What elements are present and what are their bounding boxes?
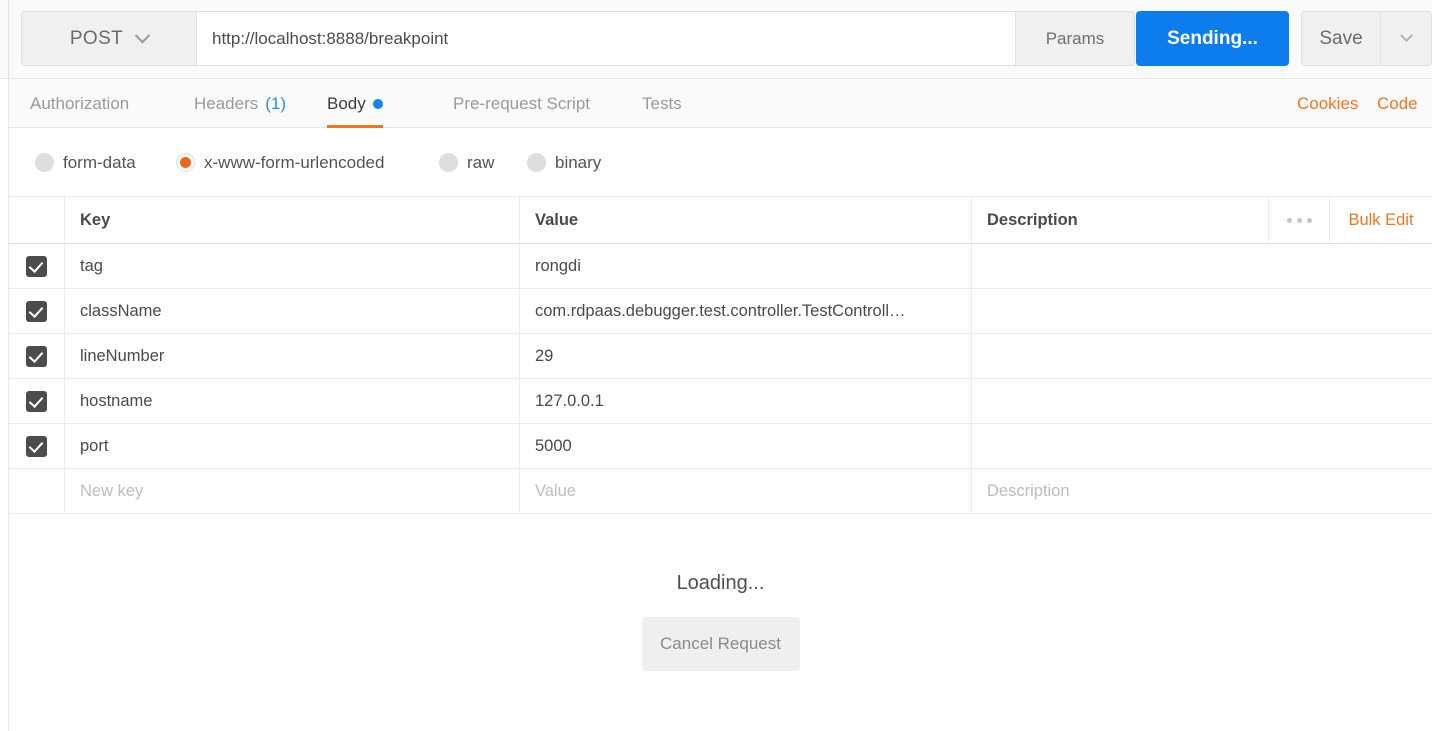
row-value-input[interactable]: rongdi — [520, 244, 972, 288]
body-type-form-data[interactable]: form-data — [35, 128, 136, 197]
radio-icon — [35, 153, 54, 172]
table-row: className com.rdpaas.debugger.test.contr… — [9, 289, 1432, 334]
row-key-input[interactable]: lineNumber — [65, 334, 520, 378]
body-type-raw[interactable]: raw — [439, 128, 494, 197]
tab-headers[interactable]: Headers (1) — [194, 79, 286, 128]
table-row: hostname 127.0.0.1 — [9, 379, 1432, 424]
code-link-label: Code — [1377, 93, 1418, 113]
table-header-row: Key Value Description Bulk Edit — [9, 197, 1432, 244]
ellipsis-dot — [1296, 217, 1302, 223]
http-method-selector[interactable]: POST — [21, 11, 196, 66]
row-description-input[interactable] — [972, 424, 1432, 468]
tab-label: Authorization — [30, 93, 130, 113]
new-row-checkbox-cell — [9, 469, 65, 513]
cookies-link-label: Cookies — [1297, 93, 1359, 113]
radio-icon — [439, 153, 458, 172]
bulk-edit-button[interactable]: Bulk Edit — [1330, 197, 1432, 243]
row-checkbox-cell — [9, 424, 65, 468]
http-method-label: POST — [69, 27, 124, 49]
send-button[interactable]: Sending... — [1136, 11, 1289, 66]
header-cell-value: Value — [520, 197, 972, 243]
chevron-down-icon — [134, 27, 151, 44]
postman-request-builder: POST http://localhost:8888/breakpoint Pa… — [0, 0, 1432, 731]
row-checkbox[interactable] — [26, 300, 47, 322]
tab-tests[interactable]: Tests — [642, 79, 682, 128]
row-checkbox-cell — [9, 289, 65, 333]
loading-label: Loading... — [676, 572, 765, 594]
body-type-label: form-data — [63, 152, 136, 172]
row-description-input[interactable] — [972, 244, 1432, 288]
row-value-input[interactable]: com.rdpaas.debugger.test.controller.Test… — [520, 289, 972, 333]
body-type-label: raw — [467, 152, 495, 172]
new-value-input[interactable]: Value — [520, 469, 972, 513]
header-cell-checkbox — [9, 197, 65, 243]
tab-headers-count: (1) — [265, 93, 287, 113]
request-tab-bar: Authorization Headers (1) Body Pre-reque… — [9, 79, 1432, 128]
tab-label: Body — [327, 93, 366, 113]
row-checkbox[interactable] — [26, 255, 47, 277]
row-checkbox[interactable] — [26, 435, 47, 457]
tab-body[interactable]: Body — [327, 79, 383, 128]
tab-authorization[interactable]: Authorization — [30, 79, 129, 128]
row-checkbox[interactable] — [26, 390, 47, 412]
table-row: port 5000 — [9, 424, 1432, 469]
row-key-input[interactable]: tag — [65, 244, 520, 288]
body-type-label: binary — [555, 152, 602, 172]
row-description-input[interactable] — [972, 379, 1432, 423]
table-new-row: New key Value Description — [9, 469, 1432, 514]
body-type-binary[interactable]: binary — [527, 128, 601, 197]
table-row: lineNumber 29 — [9, 334, 1432, 379]
response-loading-pane: Loading... Cancel Request — [9, 514, 1432, 731]
send-button-label: Sending... — [1167, 27, 1258, 49]
body-modified-dot-icon — [372, 98, 383, 109]
save-options-button[interactable] — [1380, 11, 1432, 66]
row-checkbox-cell — [9, 379, 65, 423]
ellipsis-dot — [1286, 217, 1292, 223]
request-url-input[interactable]: http://localhost:8888/breakpoint — [196, 11, 1016, 66]
row-checkbox-cell — [9, 334, 65, 378]
table-header-actions: Bulk Edit — [1268, 197, 1432, 243]
params-button[interactable]: Params — [1016, 11, 1135, 66]
save-button[interactable]: Save — [1301, 11, 1380, 66]
tab-label: Pre-request Script — [453, 93, 590, 113]
ellipsis-dot — [1306, 217, 1312, 223]
request-url-value: http://localhost:8888/breakpoint — [212, 28, 449, 48]
params-button-label: Params — [1045, 28, 1105, 48]
new-key-input[interactable]: New key — [65, 469, 520, 513]
cancel-request-button[interactable]: Cancel Request — [641, 617, 800, 671]
row-value-input[interactable]: 5000 — [520, 424, 972, 468]
chevron-down-icon — [1399, 29, 1413, 43]
row-key-input[interactable]: port — [65, 424, 520, 468]
code-link[interactable]: Code — [1377, 79, 1418, 128]
row-value-input[interactable]: 29 — [520, 334, 972, 378]
body-type-x-www-form-urlencoded[interactable]: x-www-form-urlencoded — [176, 128, 384, 197]
row-description-input[interactable] — [972, 289, 1432, 333]
radio-icon-selected — [176, 153, 195, 172]
new-description-input[interactable]: Description — [972, 469, 1432, 513]
tab-label: Headers — [194, 93, 259, 113]
row-key-input[interactable]: className — [65, 289, 520, 333]
table-row: tag rongdi — [9, 244, 1432, 289]
row-value-input[interactable]: 127.0.0.1 — [520, 379, 972, 423]
app-left-edge — [0, 0, 9, 731]
row-description-input[interactable] — [972, 334, 1432, 378]
body-type-label: x-www-form-urlencoded — [204, 152, 385, 172]
row-key-input[interactable]: hostname — [65, 379, 520, 423]
row-checkbox[interactable] — [26, 345, 47, 367]
row-checkbox-cell — [9, 244, 65, 288]
tab-label: Tests — [642, 93, 682, 113]
ellipsis-icon[interactable] — [1268, 197, 1330, 243]
tab-pre-request-script[interactable]: Pre-request Script — [453, 79, 590, 128]
radio-icon — [527, 153, 546, 172]
app-left-edge-top — [0, 0, 9, 79]
body-params-table: Key Value Description Bulk Edit tag rong… — [9, 197, 1432, 514]
body-type-selector: form-data x-www-form-urlencoded raw bina… — [9, 128, 1432, 197]
save-button-label: Save — [1319, 27, 1363, 49]
header-cell-key: Key — [65, 197, 520, 243]
request-url-bar: POST http://localhost:8888/breakpoint Pa… — [9, 0, 1432, 79]
cookies-link[interactable]: Cookies — [1297, 79, 1358, 128]
